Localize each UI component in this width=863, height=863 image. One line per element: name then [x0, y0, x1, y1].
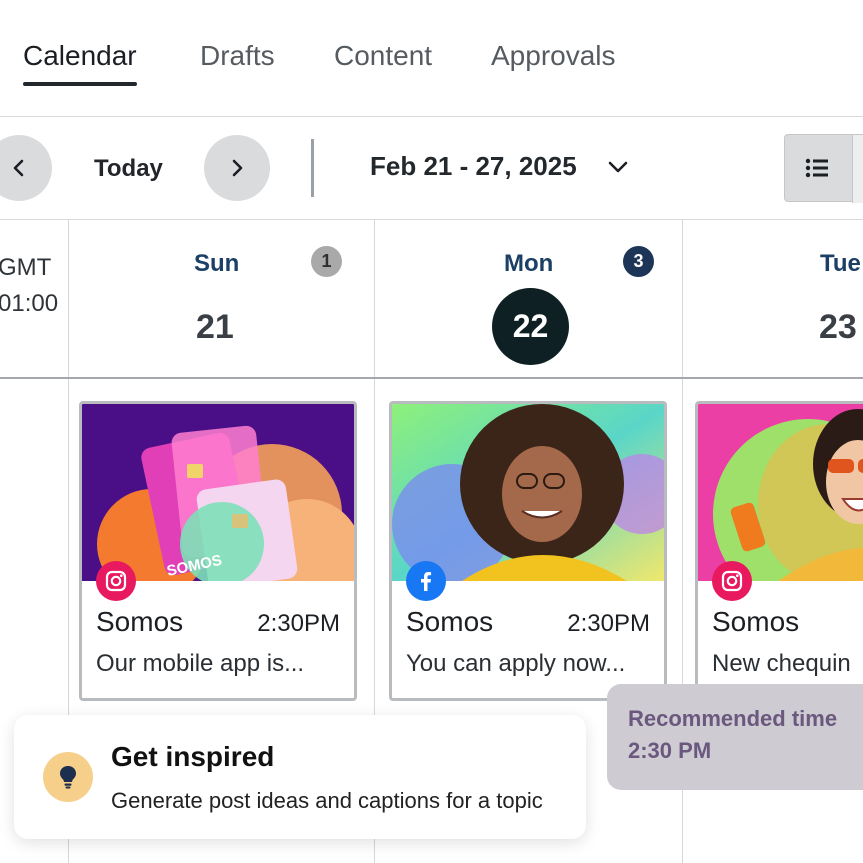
list-view-icon: [805, 158, 828, 178]
tab-drafts[interactable]: Drafts: [200, 40, 275, 72]
post-card[interactable]: Somos 2:30PM You can apply now...: [389, 401, 667, 701]
instagram-icon: [712, 561, 752, 601]
timezone-label: GMT 01:00: [0, 250, 58, 322]
header-divider: [0, 377, 863, 379]
post-caption: Our mobile app is...: [96, 650, 305, 677]
day-number-21[interactable]: 21: [196, 308, 234, 347]
list-view-toggle[interactable]: [784, 134, 863, 203]
post-image: [698, 404, 863, 581]
post-image: [392, 404, 664, 581]
toolbar-divider: [311, 139, 314, 197]
post-caption: New chequin: [712, 650, 851, 677]
get-inspired-title: Get inspired: [111, 741, 275, 772]
post-count-badge: 3: [623, 246, 654, 277]
facebook-icon: [406, 561, 446, 601]
post-brand: Somos: [712, 606, 800, 637]
chevron-left-icon: [13, 159, 24, 177]
date-range-label[interactable]: Feb 21 - 27, 2025: [370, 151, 577, 182]
post-card[interactable]: SOMOS Somos 2:30PM Our mobile app is...: [79, 401, 357, 701]
post-card[interactable]: Somos New chequin: [695, 401, 863, 701]
date-range-dropdown[interactable]: [606, 157, 630, 182]
chevron-right-icon: [232, 159, 243, 177]
today-button[interactable]: Today: [94, 155, 163, 183]
prev-week-button[interactable]: [0, 135, 52, 201]
get-inspired-subtitle: Generate post ideas and captions for a t…: [111, 788, 543, 813]
post-brand: Somos: [96, 606, 184, 637]
post-count-badge: 1: [311, 246, 342, 277]
tab-approvals[interactable]: Approvals: [491, 40, 616, 72]
post-caption: You can apply now...: [406, 650, 626, 677]
tab-content[interactable]: Content: [334, 40, 432, 72]
recommended-time-value: 2:30 PM: [628, 738, 712, 763]
tab-bar: Calendar Drafts Content Approvals: [0, 0, 863, 117]
tab-calendar[interactable]: Calendar: [23, 40, 137, 86]
next-week-button[interactable]: [204, 135, 270, 201]
view-toggle-separator: [852, 135, 863, 203]
post-time: 2:30PM: [567, 610, 650, 637]
chevron-down-icon: [608, 161, 628, 173]
get-inspired-card[interactable]: Get inspired Generate post ideas and cap…: [14, 715, 586, 839]
lightbulb-icon: [43, 752, 93, 802]
instagram-icon: [96, 561, 136, 601]
day-name-tue: Tue: [820, 250, 861, 277]
day-number-22: 22: [512, 308, 549, 344]
recommended-time-tooltip: Recommended time 2:30 PM: [607, 684, 863, 790]
post-time: 2:30PM: [257, 610, 340, 637]
post-brand: Somos: [406, 606, 494, 637]
today-date-indicator[interactable]: 22: [492, 288, 569, 365]
day-name-sun: Sun: [194, 250, 240, 277]
post-image: SOMOS: [82, 404, 354, 581]
timezone-line2: 01:00: [0, 290, 59, 317]
day-name-mon: Mon: [504, 250, 554, 277]
recommended-time-title: Recommended time: [628, 706, 838, 731]
calendar-toolbar: Today Feb 21 - 27, 2025: [0, 117, 863, 220]
day-number-23[interactable]: 23: [819, 308, 857, 347]
timezone-line1: GMT: [0, 254, 52, 281]
